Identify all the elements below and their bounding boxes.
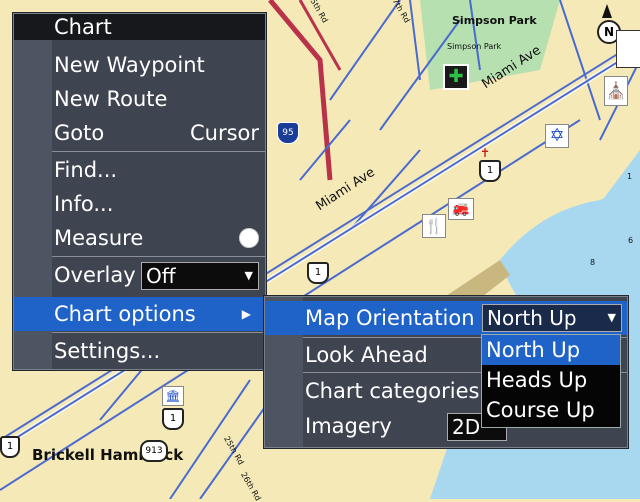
menu-title: Chart [14, 14, 265, 40]
interstate-number: 95 [282, 128, 294, 138]
park-label-small: Simpson Park [447, 42, 502, 51]
menu-separator [52, 256, 265, 257]
menu-item-new-waypoint[interactable]: New Waypoint [14, 48, 265, 82]
chevron-down-icon: ▼ [607, 311, 616, 324]
orientation-option-course-up[interactable]: Course Up [482, 395, 620, 425]
goto-value: Cursor [189, 121, 259, 145]
menu-separator [52, 151, 265, 152]
menu-separator [52, 332, 265, 333]
synagogue-icon[interactable]: ✡ [545, 124, 569, 148]
menu-item-info[interactable]: Info... [14, 187, 265, 221]
chart-menu: Chart New Waypoint New Route Goto Cursor… [13, 13, 266, 370]
menu-item-goto[interactable]: Goto Cursor [14, 116, 265, 150]
us-route-shield-icon: 1 [307, 262, 329, 284]
measure-toggle-icon[interactable] [239, 228, 259, 248]
hospital-icon[interactable]: ✚ [443, 64, 469, 90]
chevron-down-icon: ▼ [244, 269, 253, 282]
menu-item-new-route[interactable]: New Route [14, 82, 265, 116]
depth-sounding: 6 [628, 236, 634, 245]
map-orientation-select[interactable]: North Up ▼ [482, 304, 622, 332]
zoom-button[interactable] [616, 30, 640, 68]
orientation-option-north-up[interactable]: North Up [482, 335, 620, 365]
compass-arrow-icon [602, 4, 612, 18]
menu-item-find[interactable]: Find... [14, 153, 265, 187]
menu-item-settings[interactable]: Settings... [14, 334, 265, 368]
route-913-shield-icon: 913 [140, 440, 168, 462]
orientation-dropdown: North Up Heads Up Course Up [481, 334, 621, 428]
us-route-shield-icon: 1 [0, 436, 20, 458]
fire-station-icon[interactable]: 🚒 [448, 198, 474, 220]
church-icon[interactable]: ⛪ [604, 76, 628, 106]
church-icon[interactable]: ✝ [478, 146, 492, 160]
orientation-option-heads-up[interactable]: Heads Up [482, 365, 620, 395]
interstate-shield-icon: 95 [277, 122, 299, 144]
museum-icon[interactable]: 🏛 [162, 386, 184, 406]
us-route-shield-icon: 1 [479, 160, 501, 182]
depth-sounding: 8 [590, 258, 596, 267]
depth-sounding: 1 [627, 172, 633, 181]
menu-item-measure[interactable]: Measure [14, 221, 265, 255]
overlay-select[interactable]: Off ▼ [141, 262, 259, 290]
park-label: Simpson Park [452, 14, 537, 27]
menu-item-chart-options[interactable]: Chart options ▶ [14, 297, 265, 331]
us-route-shield-icon: 1 [162, 408, 184, 430]
chevron-right-icon: ▶ [241, 307, 251, 321]
restaurant-icon[interactable]: 🍴 [422, 214, 446, 238]
